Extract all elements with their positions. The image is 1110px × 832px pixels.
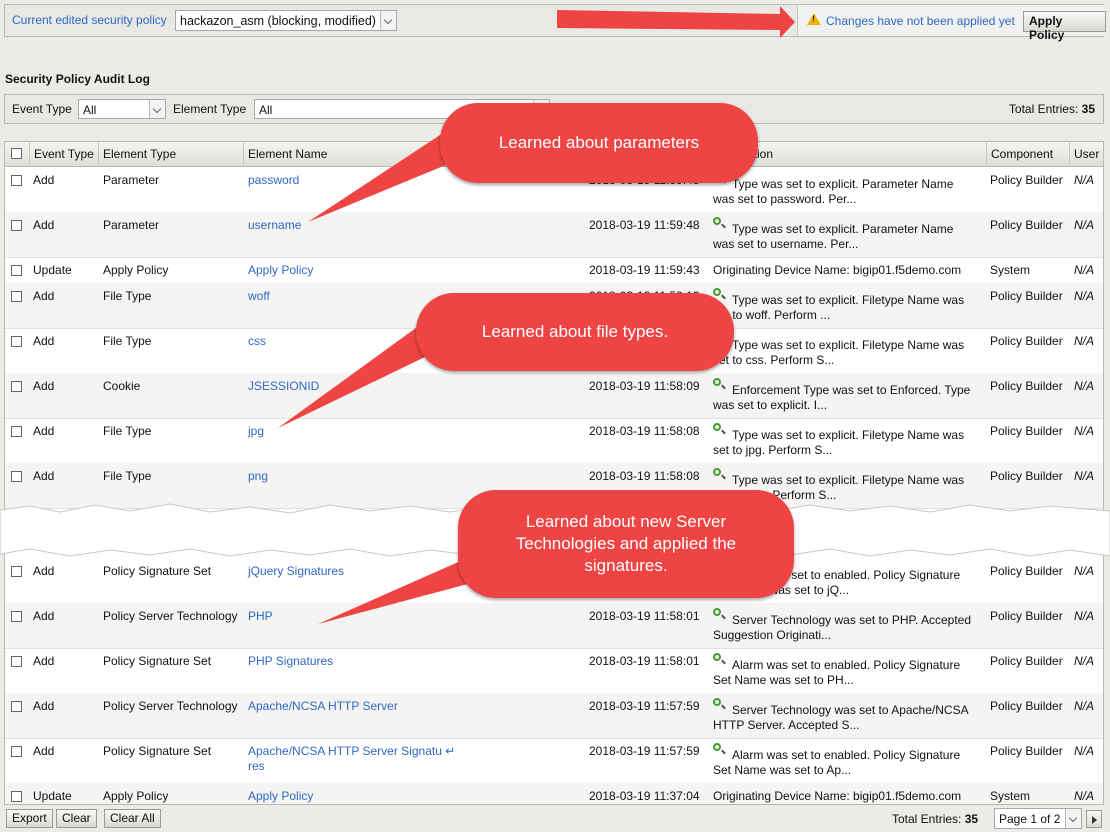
page-select-value: Page 1 of 2 bbox=[999, 812, 1061, 826]
chevron-right-icon bbox=[1092, 816, 1097, 824]
footer-total-label: Total Entries: bbox=[892, 812, 962, 826]
arrow-to-apply-policy bbox=[557, 6, 795, 38]
callout-server-technologies: Learned about new Server Technologies an… bbox=[458, 490, 794, 598]
clear-button[interactable]: Clear bbox=[56, 809, 97, 828]
callout-parameters: Learned about parameters bbox=[440, 103, 758, 183]
table-footer: Export Clear Clear All Total Entries: 35… bbox=[4, 806, 1104, 830]
next-page-button[interactable] bbox=[1086, 810, 1102, 828]
footer-total-value: 35 bbox=[964, 812, 979, 826]
callout-file-types: Learned about file types. bbox=[416, 293, 734, 371]
export-button[interactable]: Export bbox=[6, 809, 53, 828]
chevron-down-icon[interactable] bbox=[1065, 809, 1081, 828]
page-select[interactable]: Page 1 of 2 bbox=[994, 808, 1082, 829]
footer-total-entries: Total Entries: 35 bbox=[892, 812, 978, 826]
clear-all-button[interactable]: Clear All bbox=[104, 809, 161, 828]
